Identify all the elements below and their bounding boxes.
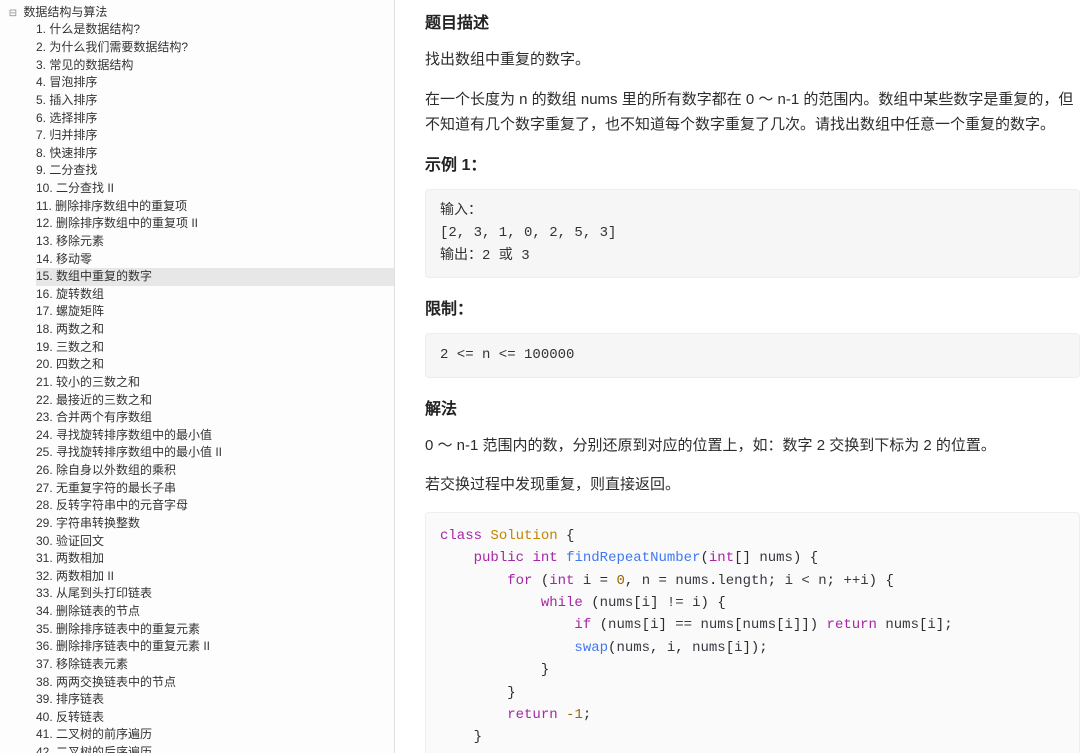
tree-collapse-icon[interactable]: ⊟: [8, 7, 18, 21]
sidebar-item[interactable]: 4. 冒泡排序: [36, 74, 394, 92]
sidebar-item[interactable]: 1. 什么是数据结构?: [36, 21, 394, 39]
sidebar-item[interactable]: 23. 合并两个有序数组: [36, 409, 394, 427]
sidebar: ⊟ 数据结构与算法 1. 什么是数据结构?2. 为什么我们需要数据结构?3. 常…: [0, 0, 395, 753]
sidebar-item[interactable]: 5. 插入排序: [36, 92, 394, 110]
heading-limit: 限制：: [425, 296, 1080, 323]
paragraph-solution-1: 0 ～ n-1 范围内的数，分别还原到对应的位置上，如：数字 2 交换到下标为 …: [425, 433, 1080, 459]
limit-block: 2 <= n <= 100000: [425, 333, 1080, 377]
sidebar-item[interactable]: 12. 删除排序数组中的重复项 II: [36, 215, 394, 233]
sidebar-item[interactable]: 32. 两数相加 II: [36, 568, 394, 586]
sidebar-item[interactable]: 6. 选择排序: [36, 109, 394, 127]
sidebar-item[interactable]: 3. 常见的数据结构: [36, 56, 394, 74]
sidebar-item[interactable]: 20. 四数之和: [36, 356, 394, 374]
sidebar-item[interactable]: 31. 两数相加: [36, 550, 394, 568]
sidebar-item[interactable]: 42. 二叉树的后序遍历: [36, 744, 394, 753]
sidebar-item[interactable]: 36. 删除排序链表中的重复元素 II: [36, 638, 394, 656]
sidebar-item[interactable]: 18. 两数之和: [36, 321, 394, 339]
heading-solution: 解法: [425, 396, 1080, 423]
sidebar-item[interactable]: 29. 字符串转换整数: [36, 515, 394, 533]
sidebar-section-title[interactable]: 数据结构与算法: [23, 5, 107, 19]
sidebar-item[interactable]: 9. 二分查找: [36, 162, 394, 180]
paragraph-intro: 找出数组中重复的数字。: [425, 47, 1080, 73]
sidebar-item[interactable]: 40. 反转链表: [36, 709, 394, 727]
sidebar-item[interactable]: 28. 反转字符串中的元音字母: [36, 497, 394, 515]
sidebar-item[interactable]: 34. 删除链表的节点: [36, 603, 394, 621]
sidebar-item[interactable]: 27. 无重复字符的最长子串: [36, 479, 394, 497]
sidebar-item[interactable]: 37. 移除链表元素: [36, 656, 394, 674]
sidebar-item[interactable]: 11. 删除排序数组中的重复项: [36, 197, 394, 215]
sidebar-item[interactable]: 38. 两两交换链表中的节点: [36, 673, 394, 691]
sidebar-item[interactable]: 33. 从尾到头打印链表: [36, 585, 394, 603]
sidebar-item[interactable]: 15. 数组中重复的数字: [36, 268, 394, 286]
sidebar-item[interactable]: 17. 螺旋矩阵: [36, 303, 394, 321]
paragraph-solution-2: 若交换过程中发现重复，则直接返回。: [425, 472, 1080, 498]
sidebar-item[interactable]: 8. 快速排序: [36, 145, 394, 163]
sidebar-item[interactable]: 35. 删除排序链表中的重复元素: [36, 620, 394, 638]
sidebar-item[interactable]: 2. 为什么我们需要数据结构?: [36, 39, 394, 57]
sidebar-item[interactable]: 22. 最接近的三数之和: [36, 391, 394, 409]
sidebar-item[interactable]: 21. 较小的三数之和: [36, 374, 394, 392]
sidebar-item[interactable]: 16. 旋转数组: [36, 286, 394, 304]
article-content: 题目描述 找出数组中重复的数字。 在一个长度为 n 的数组 nums 里的所有数…: [395, 0, 1080, 753]
sidebar-item[interactable]: 26. 除自身以外数组的乘积: [36, 462, 394, 480]
code-block: class Solution { public int findRepeatNu…: [425, 512, 1080, 753]
example-block: 输入： [2, 3, 1, 0, 2, 5, 3] 输出：2 或 3: [425, 189, 1080, 278]
sidebar-item[interactable]: 7. 归并排序: [36, 127, 394, 145]
sidebar-item[interactable]: 41. 二叉树的前序遍历: [36, 726, 394, 744]
sidebar-item[interactable]: 10. 二分查找 II: [36, 180, 394, 198]
sidebar-item[interactable]: 25. 寻找旋转排序数组中的最小值 II: [36, 444, 394, 462]
sidebar-item[interactable]: 19. 三数之和: [36, 338, 394, 356]
sidebar-item[interactable]: 14. 移动零: [36, 250, 394, 268]
heading-example: 示例 1：: [425, 152, 1080, 179]
heading-description: 题目描述: [425, 10, 1080, 37]
sidebar-toc-list: 1. 什么是数据结构?2. 为什么我们需要数据结构?3. 常见的数据结构4. 冒…: [8, 21, 394, 753]
sidebar-item[interactable]: 39. 排序链表: [36, 691, 394, 709]
sidebar-item[interactable]: 13. 移除元素: [36, 233, 394, 251]
sidebar-item[interactable]: 24. 寻找旋转排序数组中的最小值: [36, 427, 394, 445]
sidebar-item[interactable]: 30. 验证回文: [36, 532, 394, 550]
paragraph-body: 在一个长度为 n 的数组 nums 里的所有数字都在 0 ～ n-1 的范围内。…: [425, 87, 1080, 138]
